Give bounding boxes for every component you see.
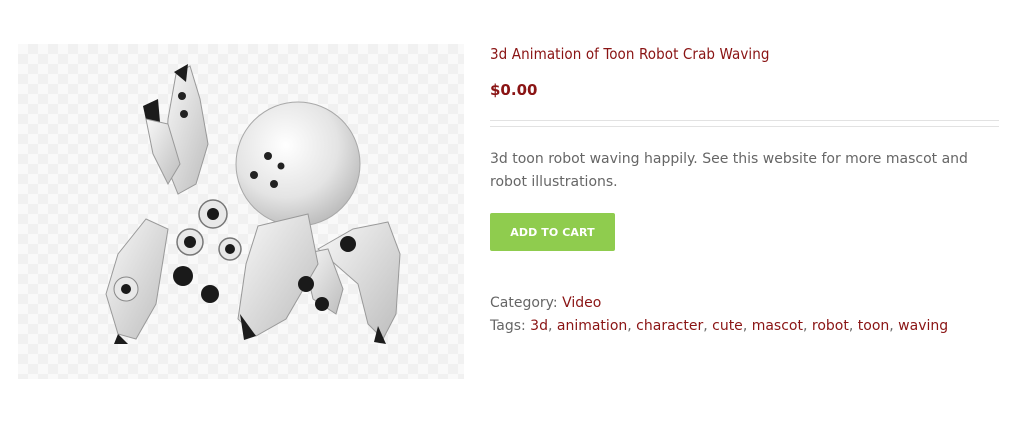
product-image[interactable] <box>18 44 464 379</box>
tag-separator: , <box>547 318 557 334</box>
tag-separator: , <box>848 318 858 334</box>
category-line: Category: Video <box>490 292 948 315</box>
add-to-cart-button[interactable]: ADD TO CART <box>490 213 615 251</box>
product-meta: Category: Video Tags: 3d, animation, cha… <box>490 292 948 338</box>
category-link[interactable]: Video <box>562 295 601 311</box>
tag-separator: , <box>742 318 752 334</box>
category-label: Category: <box>490 295 563 311</box>
tag-link-toon[interactable]: toon <box>858 318 890 334</box>
tag-link-3d[interactable]: 3d <box>530 318 548 334</box>
tag-link-character[interactable]: character <box>636 318 703 334</box>
product-title: 3d Animation of Toon Robot Crab Waving <box>490 45 770 63</box>
tag-link-animation[interactable]: animation <box>557 318 627 334</box>
tag-link-robot[interactable]: robot <box>812 318 849 334</box>
tag-separator: , <box>889 318 899 334</box>
robot-crab-icon <box>105 64 401 344</box>
divider <box>490 126 999 127</box>
tag-link-waving[interactable]: waving <box>898 318 948 334</box>
product-description: 3d toon robot waving happily. See this w… <box>490 151 968 190</box>
product-price: $0.00 <box>490 81 538 99</box>
tag-separator: , <box>703 318 713 334</box>
tag-link-cute[interactable]: cute <box>712 318 743 334</box>
tag-separator: , <box>802 318 812 334</box>
tags-line: Tags: 3d, animation, character, cute, ma… <box>490 315 948 338</box>
divider <box>490 120 999 121</box>
tag-link-mascot[interactable]: mascot <box>752 318 803 334</box>
tag-separator: , <box>627 318 637 334</box>
tags-label: Tags: <box>490 318 531 334</box>
